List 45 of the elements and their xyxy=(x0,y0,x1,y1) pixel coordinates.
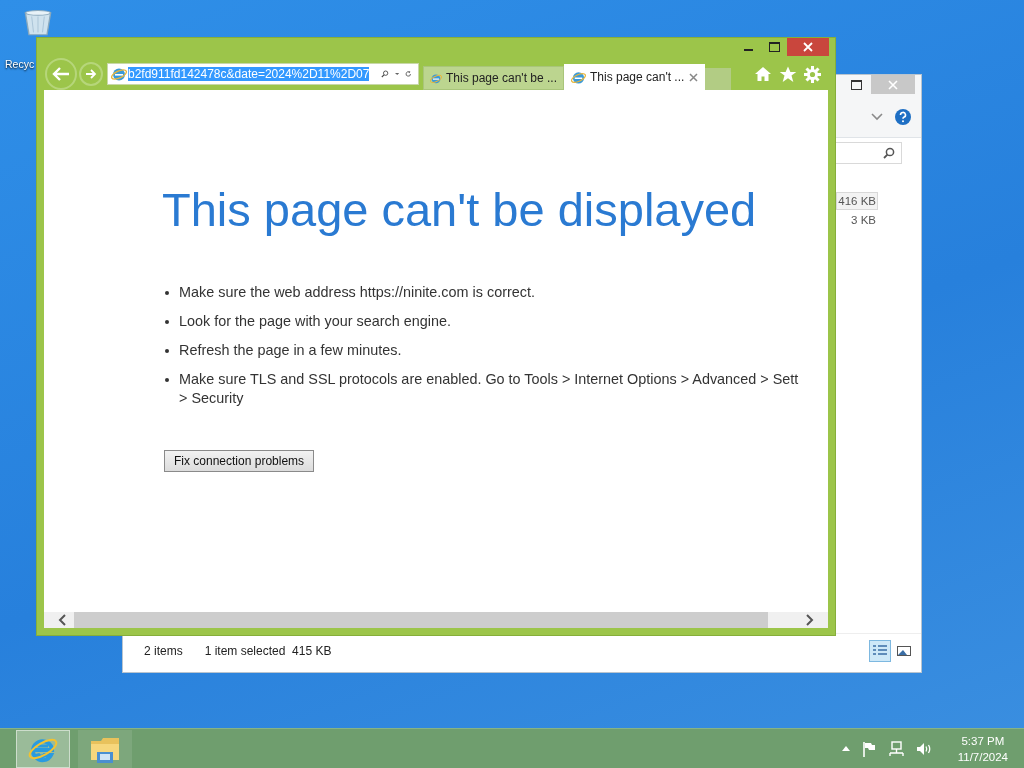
tab-title: This page can't be ... xyxy=(445,71,557,85)
browser-tab[interactable]: This page can't ... xyxy=(564,64,705,90)
fix-connection-button[interactable]: Fix connection problems xyxy=(164,450,315,472)
dropdown-caret-icon[interactable] xyxy=(395,71,400,77)
volume-icon[interactable] xyxy=(915,741,932,756)
url-text: b2fd911fd142478c&date=2024%2D11%2D07 xyxy=(128,67,370,81)
suggestion-item: Make sure the web address https://ninite.com is correct. xyxy=(164,283,535,302)
suggestion-item: Refresh the page in a few minutes. xyxy=(164,341,402,360)
refresh-icon[interactable] xyxy=(405,68,412,80)
close-icon xyxy=(803,42,813,52)
item-count: 2 items xyxy=(144,644,183,658)
back-arrow-icon xyxy=(51,66,71,82)
forward-button[interactable] xyxy=(79,62,103,86)
desktop-icon-label: Recyc xyxy=(5,58,35,70)
chevron-down-icon[interactable] xyxy=(871,113,883,121)
help-icon[interactable] xyxy=(895,109,911,125)
show-hidden-icons-caret-icon[interactable] xyxy=(841,746,850,751)
scroll-right-icon[interactable] xyxy=(806,614,814,626)
error-heading: This page can't be displayed xyxy=(162,182,757,237)
close-icon xyxy=(888,79,898,90)
browser-logo-icon xyxy=(571,69,586,85)
list-icon xyxy=(872,644,888,658)
file-explorer-taskbar-button[interactable] xyxy=(78,729,132,768)
search-icon xyxy=(883,147,895,159)
browser-logo-icon xyxy=(111,66,127,82)
clock-date: 11/7/2024 xyxy=(957,749,1008,765)
settings-icon[interactable] xyxy=(804,65,821,83)
image-icon xyxy=(896,644,912,658)
browser-taskbar-button[interactable] xyxy=(16,729,70,768)
suggestion-item: Look for the page with your search engine. xyxy=(164,312,451,331)
file-size-cell[interactable]: 3 KB xyxy=(849,211,878,229)
clock-time: 5:37 PM xyxy=(961,733,1005,749)
scroll-left-icon[interactable] xyxy=(58,614,66,626)
suggestion-item: Make sure TLS and SSL protocols are enabled. Go to Tools > Internet Options > Advanced > Sett > Security xyxy=(164,370,799,408)
flag-icon[interactable] xyxy=(861,740,876,757)
browser-tab[interactable]: This page can't be ... xyxy=(423,66,564,90)
tab-title: This page can't ... xyxy=(590,70,685,84)
close-tab-icon[interactable] xyxy=(689,72,698,82)
home-icon[interactable] xyxy=(754,66,772,82)
network-icon[interactable] xyxy=(887,740,904,757)
star-icon[interactable] xyxy=(779,65,797,83)
forward-arrow-icon xyxy=(85,69,97,79)
close-button[interactable] xyxy=(787,38,829,56)
selection-info: 1 item selected 415 KB xyxy=(204,644,332,658)
file-size-cell[interactable]: 416 KB xyxy=(836,192,878,210)
